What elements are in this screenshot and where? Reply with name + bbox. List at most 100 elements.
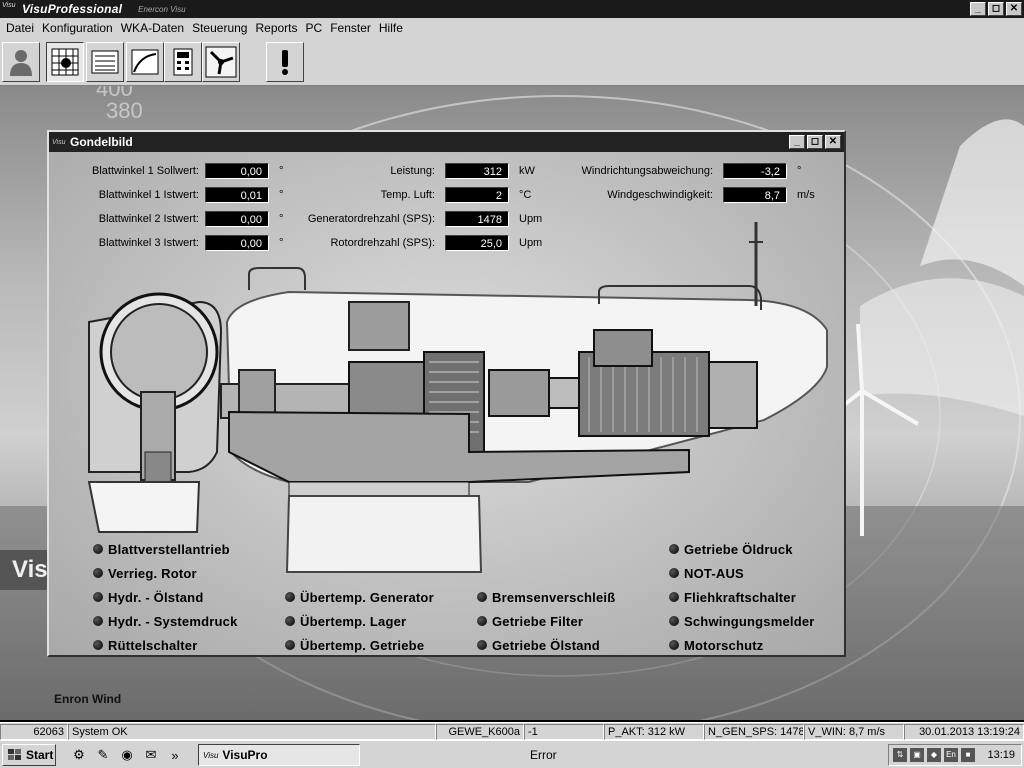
gondelbild-title: Gondelbild: [70, 135, 133, 149]
status-led-motorschutz: Motorschutz: [669, 636, 763, 654]
field-value: 8,7: [723, 187, 787, 203]
field-unit: Upm: [519, 237, 543, 249]
tray-language-icon[interactable]: En: [944, 748, 958, 762]
led-label: Verrieg. Rotor: [108, 565, 197, 581]
mail-icon[interactable]: ✉: [142, 746, 160, 764]
field-label: Blattwinkel 1 Sollwert:: [92, 165, 199, 177]
menu-konfiguration[interactable]: Konfiguration: [38, 21, 117, 35]
calculator-button[interactable]: [164, 42, 202, 82]
led-label: Getriebe Ölstand: [492, 637, 600, 653]
field-label: Windrichtungsabweichung:: [581, 165, 713, 177]
field-label: Blattwinkel 3 Istwert:: [98, 237, 199, 249]
menu-hilfe[interactable]: Hilfe: [375, 21, 407, 35]
menu-reports[interactable]: Reports: [251, 21, 301, 35]
start-button[interactable]: Start: [2, 744, 56, 766]
status-n-gen: N_GEN_SPS: 1478: [704, 724, 804, 740]
menu-pc[interactable]: PC: [302, 21, 327, 35]
alarm-button[interactable]: [266, 42, 304, 82]
browser-icon[interactable]: ◉: [118, 746, 136, 764]
tray-app-icon[interactable]: ◆: [927, 748, 941, 762]
close-button[interactable]: ✕: [1006, 2, 1022, 16]
status-system: System OK: [68, 724, 436, 740]
led-label: Übertemp. Generator: [300, 589, 434, 605]
led-label: Übertemp. Lager: [300, 613, 407, 629]
led-indicator-icon: [477, 640, 487, 650]
led-indicator-icon: [93, 592, 103, 602]
field-value: 0,00: [205, 163, 269, 179]
led-label: Fliehkraftschalter: [684, 589, 796, 605]
calculator-icon: [173, 48, 193, 76]
more-icons-chevron[interactable]: »: [166, 746, 184, 764]
menu-wka-daten[interactable]: WKA-Daten: [117, 21, 188, 35]
alert-icon: [282, 50, 288, 75]
curve-chart-button[interactable]: [126, 42, 164, 82]
field-rotordrehzahl: Rotordrehzahl (SPS): 25,0 Upm: [279, 234, 542, 252]
status-led-blattverstellantrieb: Blattverstellantrieb: [93, 540, 230, 558]
curve-chart-icon: [131, 49, 159, 75]
enron-wind-label: Enron Wind: [54, 692, 122, 706]
field-blattwinkel1-ist: Blattwinkel 1 Istwert: 0,01 °: [49, 186, 283, 204]
tray-security-icon[interactable]: ■: [961, 748, 975, 762]
led-indicator-icon: [669, 544, 679, 554]
field-windgeschwindigkeit: Windgeschwindigkeit: 8,7 m/s: [549, 186, 815, 204]
field-value: 25,0: [445, 235, 509, 251]
user-button[interactable]: [2, 42, 40, 82]
led-indicator-icon: [669, 616, 679, 626]
menu-steuerung[interactable]: Steuerung: [188, 21, 251, 35]
taskbar: Start ⚙ ✎ ◉ ✉ » Visu VisuPro Error ⇅ ▣ ◆…: [0, 740, 1024, 768]
field-unit: m/s: [797, 189, 815, 201]
menu-datei[interactable]: Datei: [2, 21, 38, 35]
status-led-not-aus: NOT-AUS: [669, 564, 744, 582]
edit-icon[interactable]: ✎: [94, 746, 112, 764]
led-indicator-icon: [93, 640, 103, 650]
field-label: Rotordrehzahl (SPS):: [330, 237, 435, 249]
field-label: Windgeschwindigkeit:: [607, 189, 713, 201]
field-unit: kW: [519, 165, 535, 177]
user-icon: [10, 50, 32, 76]
menu-fenster[interactable]: Fenster: [326, 21, 375, 35]
field-value: 2: [445, 187, 509, 203]
minimize-button[interactable]: _: [970, 2, 986, 16]
task-visupro[interactable]: Visu VisuPro: [198, 744, 360, 766]
gondelbild-body: Blattwinkel 1 Sollwert: 0,00 ° Blattwink…: [49, 152, 844, 655]
gondel-view-button[interactable]: [46, 42, 84, 82]
gondel-window-controls: _ ◻ ✕: [789, 135, 841, 149]
table-view-button[interactable]: [86, 42, 124, 82]
field-label: Temp. Luft:: [380, 189, 435, 201]
windows-logo-icon: [8, 749, 21, 760]
status-p-akt: P_AKT: 312 kW: [604, 724, 704, 740]
status-led-fliehkraftschalter: Fliehkraftschalter: [669, 588, 796, 606]
tray-network-icon[interactable]: ⇅: [893, 748, 907, 762]
status-led-uebertemp-lager: Übertemp. Lager: [285, 612, 406, 630]
status-led-hydr-oelstand: Hydr. - Ölstand: [93, 588, 203, 606]
led-indicator-icon: [285, 616, 295, 626]
desktop-icon[interactable]: ⚙: [70, 746, 88, 764]
led-indicator-icon: [669, 640, 679, 650]
maximize-button[interactable]: ◻: [988, 2, 1004, 16]
status-led-getriebe-oeldruck: Getriebe Öldruck: [669, 540, 793, 558]
turbine-button[interactable]: [202, 42, 240, 82]
window-icon: Visu: [52, 138, 66, 146]
table-icon: [91, 50, 119, 74]
field-leistung: Leistung: 312 kW: [279, 162, 535, 180]
led-label: Hydr. - Systemdruck: [108, 613, 238, 629]
field-blattwinkel2-ist: Blattwinkel 2 Istwert: 0,00 °: [49, 210, 283, 228]
led-indicator-icon: [669, 568, 679, 578]
led-label: Bremsenverschleiß: [492, 589, 616, 605]
gondel-maximize-button[interactable]: ◻: [807, 135, 823, 149]
led-label: Schwingungsmelder: [684, 613, 815, 629]
led-label: Getriebe Filter: [492, 613, 584, 629]
app-title: VisuProfessional: [22, 2, 123, 16]
field-blattwinkel1-soll: Blattwinkel 1 Sollwert: 0,00 °: [49, 162, 283, 180]
status-turbine: GEWE_K600a: [436, 724, 524, 740]
task-error[interactable]: Error: [526, 744, 686, 766]
clock: 13:19: [987, 749, 1015, 761]
tray-monitor-icon[interactable]: ▣: [910, 748, 924, 762]
gondel-close-button[interactable]: ✕: [825, 135, 841, 149]
field-value: 0,01: [205, 187, 269, 203]
gondel-minimize-button[interactable]: _: [789, 135, 805, 149]
led-label: Motorschutz: [684, 637, 764, 653]
system-tray: ⇅ ▣ ◆ En ■ 13:19: [888, 744, 1022, 766]
app-subtitle: Enercon Visu: [138, 4, 186, 14]
field-label: Blattwinkel 2 Istwert:: [98, 213, 199, 225]
